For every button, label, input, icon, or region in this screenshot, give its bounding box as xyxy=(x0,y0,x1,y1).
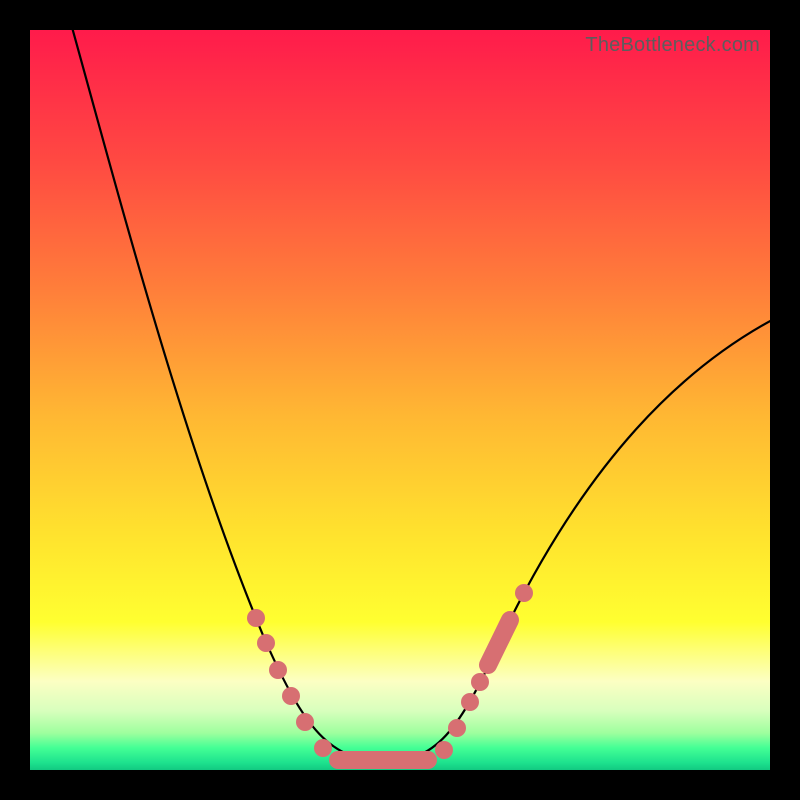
left-dot xyxy=(282,687,300,705)
chart-svg xyxy=(30,30,770,770)
chart-area: TheBottleneck.com xyxy=(30,30,770,770)
right-dot xyxy=(435,741,453,759)
right-dot xyxy=(448,719,466,737)
right-dot xyxy=(461,693,479,711)
left-dot xyxy=(257,634,275,652)
left-dot xyxy=(247,609,265,627)
right-cluster-pill xyxy=(488,620,510,665)
left-dot xyxy=(296,713,314,731)
left-dot xyxy=(269,661,287,679)
right-dot xyxy=(471,673,489,691)
right-dot xyxy=(515,584,533,602)
left-dot xyxy=(314,739,332,757)
bottleneck-curve xyxy=(70,30,770,762)
